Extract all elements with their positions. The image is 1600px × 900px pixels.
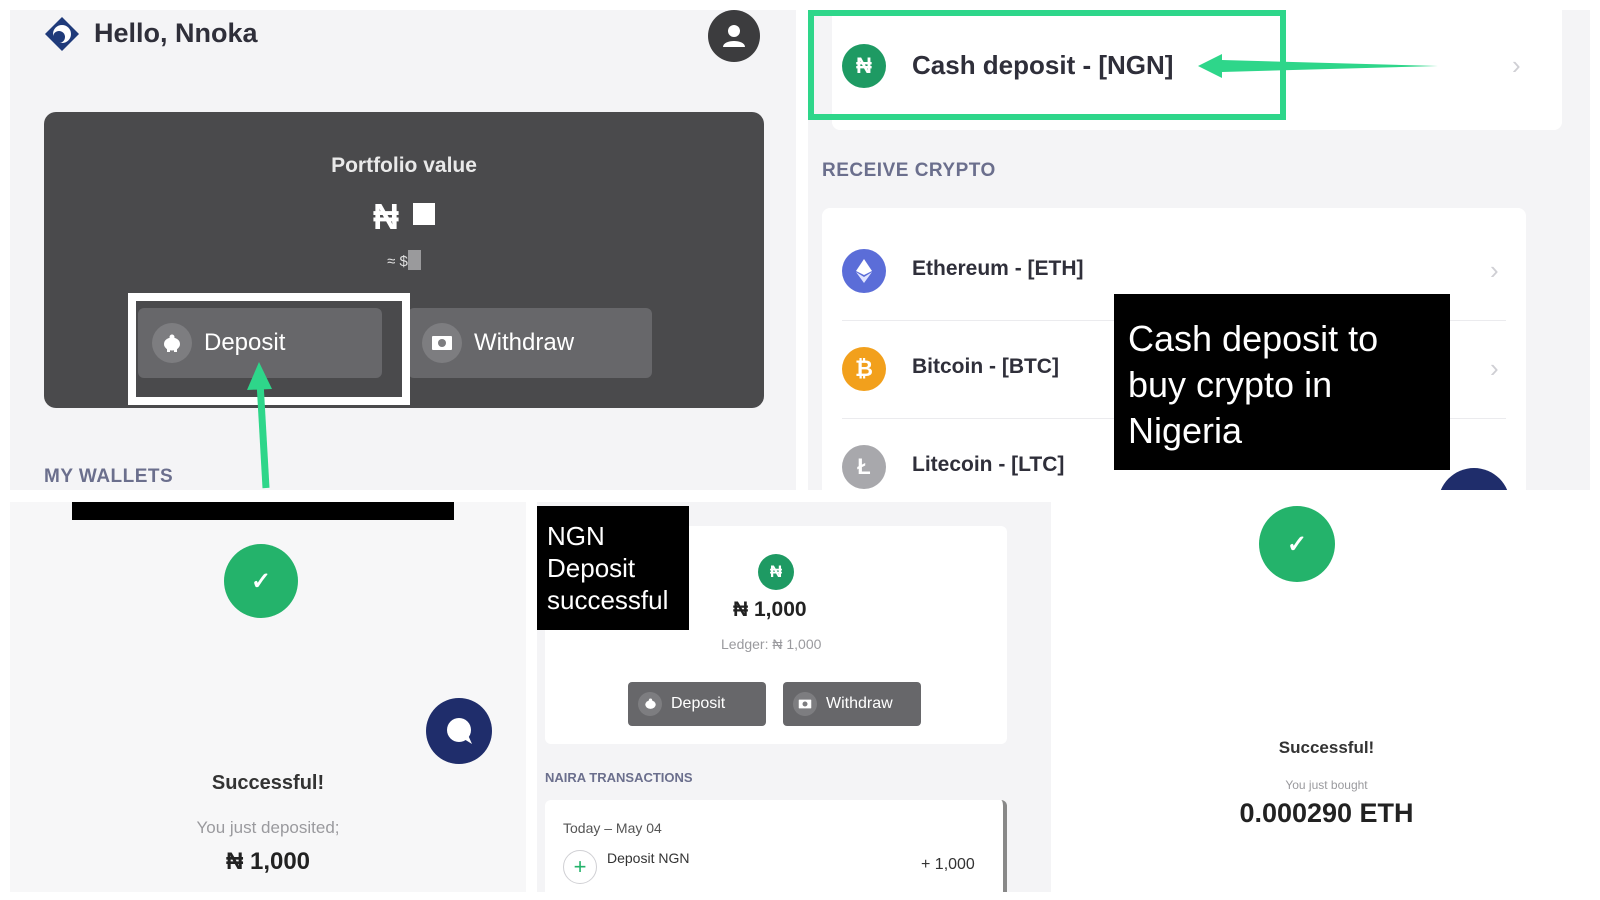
withdraw-label: Withdraw [826,695,893,712]
transaction-card: Today – May 04 + Deposit NGN + 1,000 [545,800,1007,892]
withdraw-button[interactable]: Withdraw [783,682,921,726]
ledger-balance: Ledger: ₦ 1,000 [721,636,822,652]
success-subtitle: You just deposited; [196,818,340,837]
deposit-success-caption: NGN Deposit successful [537,506,689,630]
litecoin-icon: Ł [842,445,886,489]
pointer-arrow-icon [247,362,272,489]
deposit-options-panel: ₦ Cash deposit - [NGN] › RECEIVE CRYPTO … [808,10,1590,490]
ngn-wallet-panel: ₦ ₦ 1,000 Ledger: ₦ 1,000 Deposit Withdr… [537,502,1051,892]
deposit-success-panel: ✓ Successful! You just deposited; ₦ 1,00… [10,502,526,892]
transaction-title: Deposit NGN [607,850,690,866]
plus-icon: + [563,850,597,884]
cash-deposit-caption: Cash deposit to buy crypto in Nigeria [1114,294,1450,470]
chevron-right-icon: › [1490,353,1499,383]
receive-crypto-heading: RECEIVE CRYPTO [822,160,996,181]
success-subtitle: You just bought [1285,778,1368,792]
transactions-heading: NAIRA TRANSACTIONS [545,770,693,785]
cash-icon [793,692,817,716]
naira-coin-icon: ₦ [758,554,794,590]
bitcoin-icon: ₿ [842,347,886,391]
coin-name: Bitcoin - [BTC] [912,355,1059,378]
chat-bubble-icon [447,718,472,744]
success-title: Successful! [211,772,325,794]
bought-amount: 0.000290 ETH [1239,798,1414,828]
transaction-amount: + 1,000 [921,856,975,873]
home-panel: Hello, Nnoka Portfolio value ₦ ≈ $ Depos… [10,10,796,490]
buy-success-panel: ✓ Successful! You just bought 0.000290 E… [1063,502,1590,892]
deposit-amount: ₦ 1,000 [225,848,311,875]
coin-name: Ethereum - [ETH] [912,257,1084,280]
pointer-arrow-left-icon [1198,54,1438,78]
success-title: Successful! [1278,738,1375,757]
redaction-bar [72,502,454,520]
piggy-bank-icon [638,692,662,716]
deposit-label: Deposit [671,695,726,712]
coin-name: Litecoin - [LTC] [912,453,1065,476]
transaction-date: Today – May 04 [563,820,662,836]
check-icon: ✓ [1259,506,1335,582]
chevron-right-icon: › [1490,255,1499,285]
chat-button[interactable] [426,698,492,764]
wallet-balance: ₦ 1,000 [733,598,807,621]
my-wallets-heading: MY WALLETS [44,466,174,487]
deposit-button[interactable]: Deposit [628,682,766,726]
ethereum-icon [842,249,886,293]
check-icon: ✓ [224,544,298,618]
